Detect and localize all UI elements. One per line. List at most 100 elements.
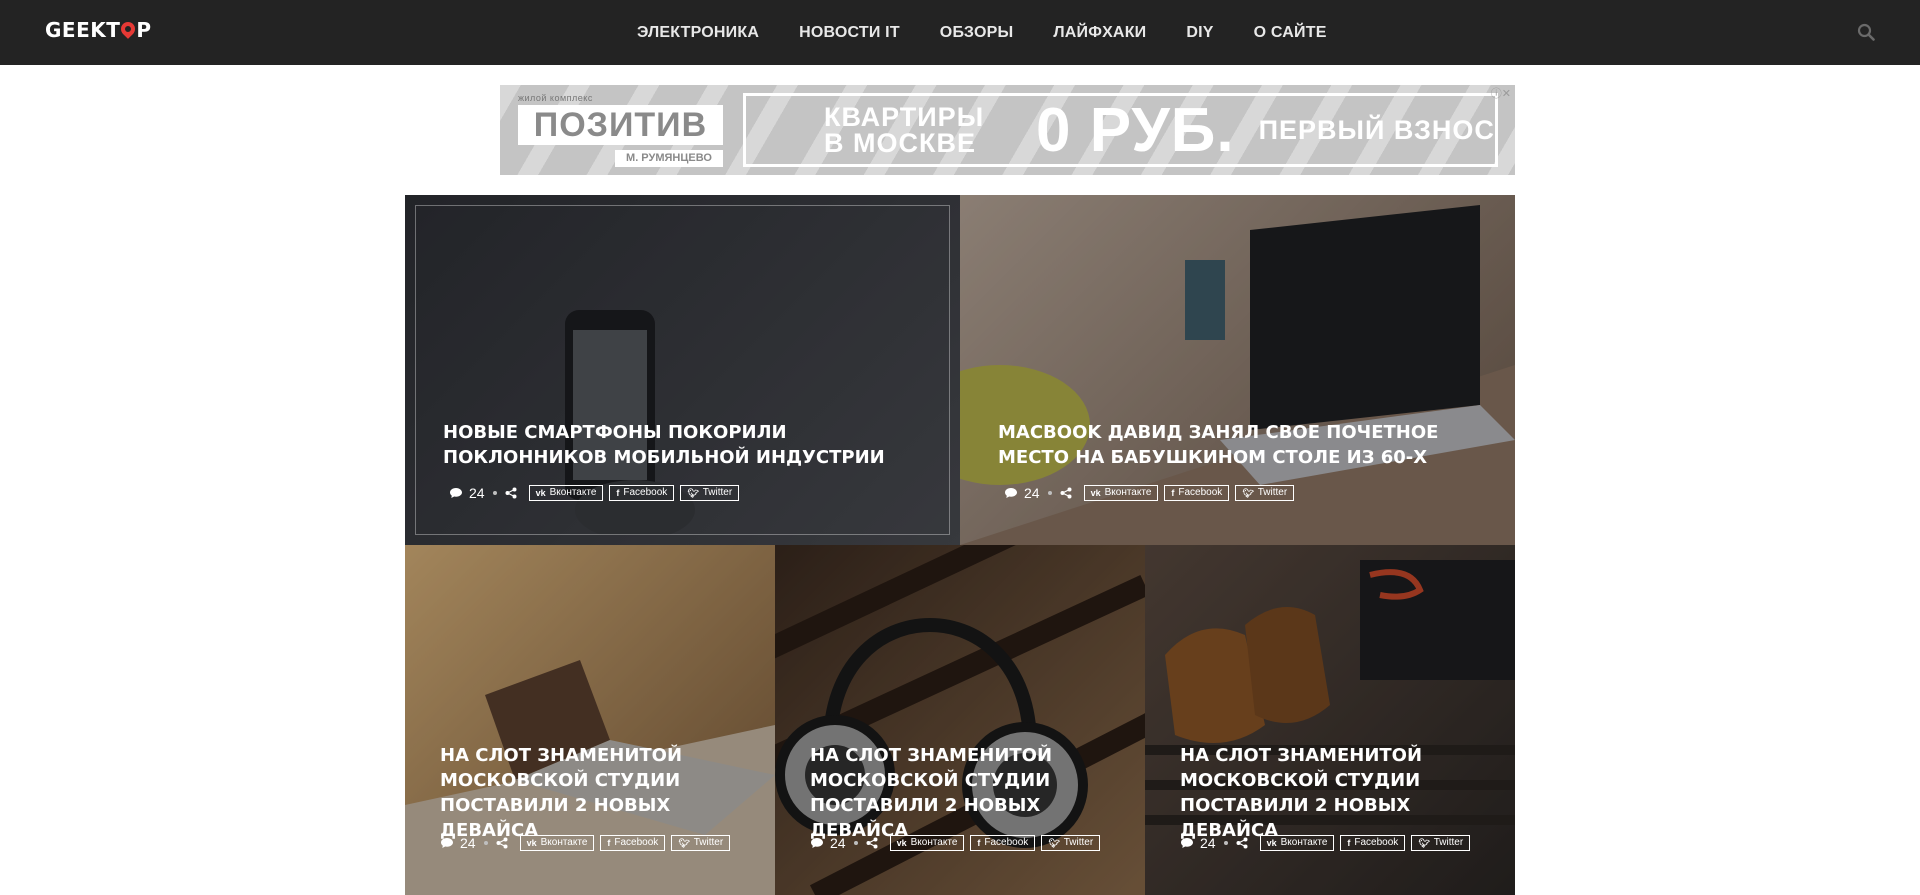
meta-separator <box>1223 841 1228 845</box>
share-vk-label: Вконтакте <box>549 487 597 498</box>
twitter-icon: 🐦︎ <box>1418 838 1430 848</box>
share-vk-button[interactable]: vk Вконтакте <box>889 835 965 851</box>
share-icon[interactable] <box>505 487 517 499</box>
post-meta: 24 vk Вконтакте f Facebook 🐦︎ Twitter <box>449 485 745 501</box>
post-title[interactable]: НА СЛОТ ЗНАМЕНИТОЙ МОСКОВСКОЙ СТУДИИ ПОС… <box>440 743 750 843</box>
share-facebook-button[interactable]: f Facebook <box>1340 835 1406 851</box>
share-facebook-label: Facebook <box>1178 487 1223 498</box>
comment-icon <box>811 838 823 848</box>
post-title[interactable]: MACBOOK ДАВИД ЗАНЯЛ СВОЕ ПОЧЕТНОЕ МЕСТО … <box>998 420 1458 470</box>
nav-item-reviews[interactable]: ОБЗОРЫ <box>920 24 1034 42</box>
share-icon[interactable] <box>496 837 508 849</box>
share-twitter-button[interactable]: 🐦︎ Twitter <box>1235 485 1295 501</box>
share-vk-label: Вконтакте <box>540 837 588 848</box>
vk-icon: vk <box>1090 488 1101 498</box>
twitter-icon: 🐦︎ <box>1048 838 1060 848</box>
share-facebook-button[interactable]: f Facebook <box>1164 485 1230 501</box>
ad-offer-price: 0 РУБ. <box>1036 95 1235 165</box>
share-twitter-label: Twitter <box>702 487 733 498</box>
share-icon[interactable] <box>866 837 878 849</box>
post-card[interactable]: НА СЛОТ ЗНАМЕНИТОЙ МОСКОВСКОЙ СТУДИИ ПОС… <box>775 545 1145 895</box>
ad-brand-location: М. РУМЯНЦЕВО <box>615 150 723 167</box>
comment-icon <box>1005 488 1017 498</box>
share-twitter-button[interactable]: 🐦︎ Twitter <box>1411 835 1471 851</box>
twitter-icon: 🐦︎ <box>678 838 690 848</box>
post-title[interactable]: НОВЫЕ СМАРТФОНЫ ПОКОРИЛИ ПОКЛОННИКОВ МОБ… <box>443 420 903 470</box>
comment-count[interactable]: 24 <box>1024 485 1040 501</box>
nav-item-it-news[interactable]: НОВОСТИ IT <box>779 24 920 42</box>
share-vk-button[interactable]: vk Вконтакте <box>519 835 595 851</box>
meta-separator <box>483 841 488 845</box>
post-title[interactable]: НА СЛОТ ЗНАМЕНИТОЙ МОСКОВСКОЙ СТУДИИ ПОС… <box>1180 743 1490 843</box>
site-logo[interactable]: GEEKT P <box>45 18 152 42</box>
share-facebook-label: Facebook <box>984 837 1029 848</box>
facebook-icon: f <box>616 488 620 498</box>
share-vk-label: Вконтакте <box>1104 487 1152 498</box>
ad-brand-caption: жилой комплекс <box>518 93 593 103</box>
share-twitter-label: Twitter <box>1433 837 1464 848</box>
share-facebook-button[interactable]: f Facebook <box>609 485 675 501</box>
ad-offer-frame: КВАРТИРЫ В МОСКВЕ 0 РУБ. ПЕРВЫЙ ВЗНОС <box>743 93 1498 167</box>
post-card[interactable]: НА СЛОТ ЗНАМЕНИТОЙ МОСКОВСКОЙ СТУДИИ ПОС… <box>1145 545 1515 895</box>
vk-icon: vk <box>896 838 907 848</box>
post-card[interactable]: MACBOOK ДАВИД ЗАНЯЛ СВОЕ ПОЧЕТНОЕ МЕСТО … <box>960 195 1515 545</box>
vk-icon: vk <box>1266 838 1277 848</box>
post-card[interactable]: НА СЛОТ ЗНАМЕНИТОЙ МОСКОВСКОЙ СТУДИИ ПОС… <box>405 545 775 895</box>
share-icon[interactable] <box>1060 487 1072 499</box>
comment-icon <box>441 838 453 848</box>
post-meta: 24 vk Вконтакте f Facebook 🐦︎ Twitter <box>810 835 1106 851</box>
facebook-icon: f <box>1171 488 1175 498</box>
share-vk-button[interactable]: vk Вконтакте <box>1083 485 1159 501</box>
ad-brand-name: ПОЗИТИВ <box>518 105 723 145</box>
post-title[interactable]: НА СЛОТ ЗНАМЕНИТОЙ МОСКОВСКОЙ СТУДИИ ПОС… <box>810 743 1120 843</box>
share-twitter-button[interactable]: 🐦︎ Twitter <box>671 835 731 851</box>
nav-item-lifehacks[interactable]: ЛАЙФХАКИ <box>1033 24 1166 42</box>
post-meta: 24 vk Вконтакте f Facebook 🐦︎ Twitter <box>1180 835 1476 851</box>
share-facebook-label: Facebook <box>623 487 668 498</box>
ad-offer-line3: ПЕРВЫЙ ВЗНОС <box>1258 115 1495 145</box>
comment-count[interactable]: 24 <box>460 835 476 851</box>
main-nav: ЭЛЕКТРОНИКА НОВОСТИ IT ОБЗОРЫ ЛАЙФХАКИ D… <box>617 0 1347 65</box>
share-twitter-label: Twitter <box>693 837 724 848</box>
share-facebook-button[interactable]: f Facebook <box>970 835 1036 851</box>
twitter-icon: 🐦︎ <box>1242 488 1254 498</box>
comment-icon <box>450 488 462 498</box>
share-icon[interactable] <box>1236 837 1248 849</box>
ad-close-icon[interactable]: ⓘ✕ <box>1491 85 1511 101</box>
nav-item-about[interactable]: О САЙТЕ <box>1234 24 1347 42</box>
comment-count[interactable]: 24 <box>830 835 846 851</box>
share-vk-button[interactable]: vk Вконтакте <box>528 485 604 501</box>
share-facebook-label: Facebook <box>1354 837 1399 848</box>
meta-separator <box>853 841 858 845</box>
facebook-icon: f <box>977 838 981 848</box>
meta-separator <box>1047 491 1052 495</box>
search-icon[interactable] <box>1857 23 1875 41</box>
comment-icon <box>1181 838 1193 848</box>
share-vk-label: Вконтакте <box>910 837 958 848</box>
comment-count[interactable]: 24 <box>469 485 485 501</box>
ad-offer-line1: КВАРТИРЫ В МОСКВЕ <box>824 102 985 158</box>
share-facebook-button[interactable]: f Facebook <box>600 835 666 851</box>
share-facebook-label: Facebook <box>614 837 659 848</box>
nav-item-electronics[interactable]: ЭЛЕКТРОНИКА <box>617 24 779 42</box>
facebook-icon: f <box>607 838 611 848</box>
top-navbar: GEEKT P ЭЛЕКТРОНИКА НОВОСТИ IT ОБЗОРЫ ЛАЙ… <box>0 0 1920 65</box>
share-twitter-button[interactable]: 🐦︎ Twitter <box>1041 835 1101 851</box>
nav-item-diy[interactable]: DIY <box>1166 24 1233 42</box>
share-twitter-label: Twitter <box>1063 837 1094 848</box>
facebook-icon: f <box>1347 838 1351 848</box>
comment-count[interactable]: 24 <box>1200 835 1216 851</box>
vk-icon: vk <box>535 488 546 498</box>
share-vk-label: Вконтакте <box>1280 837 1328 848</box>
share-twitter-button[interactable]: 🐦︎ Twitter <box>680 485 740 501</box>
share-vk-button[interactable]: vk Вконтакте <box>1259 835 1335 851</box>
twitter-icon: 🐦︎ <box>687 488 699 498</box>
logo-pin-icon <box>118 19 139 39</box>
share-twitter-label: Twitter <box>1257 487 1288 498</box>
ad-brand-block: жилой комплекс ПОЗИТИВ М. РУМЯНЦЕВО <box>518 93 723 167</box>
logo-text-left: GEEKT <box>45 18 121 42</box>
ad-banner[interactable]: жилой комплекс ПОЗИТИВ М. РУМЯНЦЕВО КВАР… <box>500 85 1515 175</box>
post-meta: 24 vk Вконтакте f Facebook 🐦︎ Twitter <box>1004 485 1300 501</box>
logo-text-right: P <box>136 18 152 42</box>
post-card[interactable]: НОВЫЕ СМАРТФОНЫ ПОКОРИЛИ ПОКЛОННИКОВ МОБ… <box>405 195 960 545</box>
